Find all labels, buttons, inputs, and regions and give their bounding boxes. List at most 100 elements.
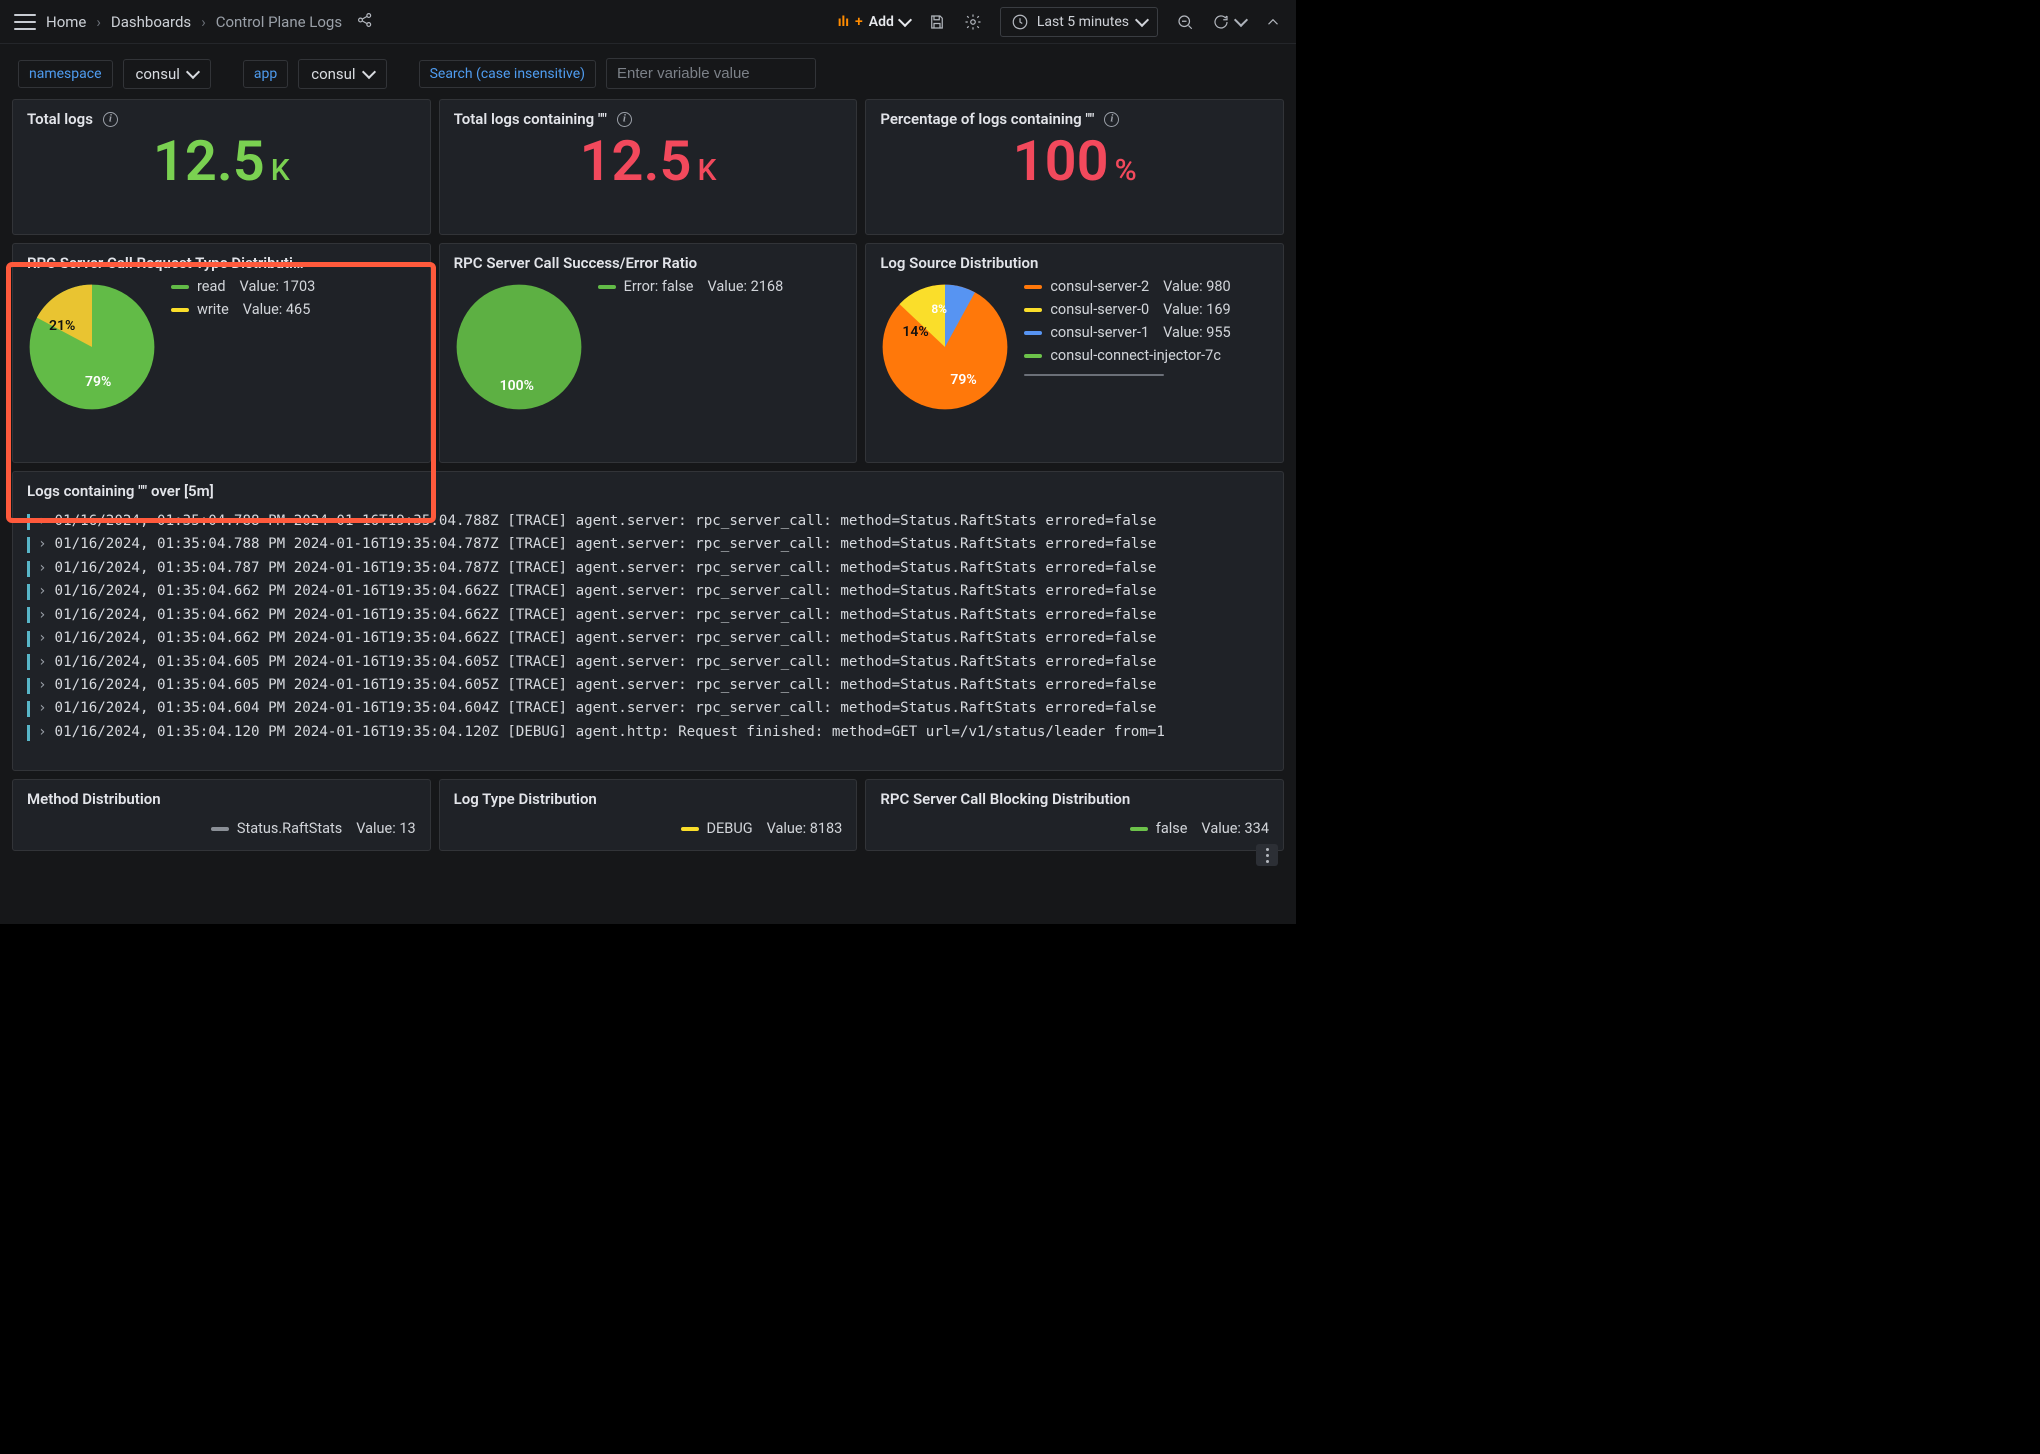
- legend-scrollbar[interactable]: [1024, 374, 1164, 376]
- refresh-icon[interactable]: [1212, 13, 1246, 31]
- panel-total-logs[interactable]: Total logs 12.5 K: [12, 99, 431, 235]
- share-icon[interactable]: [356, 11, 374, 33]
- expand-icon[interactable]: ›: [38, 697, 47, 720]
- stat-unit: %: [1115, 153, 1137, 188]
- breadcrumb-dashboards[interactable]: Dashboards: [111, 13, 191, 31]
- log-text: 01/16/2024, 01:35:04.788 PM 2024-01-16T1…: [55, 533, 1157, 556]
- stat-unit: K: [271, 153, 290, 188]
- log-level-bar: [27, 631, 30, 647]
- var-namespace-label: namespace: [18, 60, 113, 88]
- add-button[interactable]: ılı+ Add: [838, 14, 910, 30]
- time-range-button[interactable]: Last 5 minutes: [1000, 7, 1158, 37]
- expand-icon[interactable]: ›: [38, 557, 47, 580]
- legend: Error: false Value: 2168: [598, 272, 843, 295]
- log-line[interactable]: › 01/16/2024, 01:35:04.788 PM 2024-01-16T…: [27, 533, 1269, 556]
- legend: readValue: 1703 writeValue: 465: [171, 272, 416, 318]
- expand-icon[interactable]: ›: [38, 651, 47, 674]
- chevron-down-icon: [1135, 12, 1149, 26]
- legend-value: Value: 1703: [240, 278, 316, 295]
- zoom-out-icon[interactable]: [1176, 13, 1194, 31]
- panel-title: Log Type Distribution: [454, 790, 597, 808]
- log-level-bar: [27, 678, 30, 694]
- log-text: 01/16/2024, 01:35:04.662 PM 2024-01-16T1…: [55, 627, 1157, 650]
- log-line[interactable]: › 01/16/2024, 01:35:04.605 PM 2024-01-16T…: [27, 674, 1269, 697]
- log-line[interactable]: › 01/16/2024, 01:35:04.787 PM 2024-01-16T…: [27, 557, 1269, 580]
- chevron-down-icon: [186, 64, 200, 78]
- collapse-icon[interactable]: [1264, 13, 1282, 31]
- log-list[interactable]: › 01/16/2024, 01:35:04.788 PM 2024-01-16T…: [27, 510, 1269, 744]
- gear-icon[interactable]: [964, 13, 982, 31]
- var-namespace-select[interactable]: consul: [123, 59, 211, 89]
- chevron-right-icon: ›: [201, 13, 206, 31]
- legend-key: write: [197, 301, 229, 318]
- panel-log-type-distribution[interactable]: Log Type Distribution DEBUGValue: 8183: [439, 779, 858, 851]
- pie-pct-write: 21%: [49, 318, 75, 334]
- legend: consul-server-2Value: 980 consul-server-…: [1024, 272, 1269, 376]
- log-line[interactable]: › 01/16/2024, 01:35:04.662 PM 2024-01-16T…: [27, 627, 1269, 650]
- log-level-bar: [27, 537, 30, 553]
- legend-swatch: [681, 827, 699, 831]
- log-text: 01/16/2024, 01:35:04.604 PM 2024-01-16T1…: [55, 697, 1157, 720]
- log-line[interactable]: › 01/16/2024, 01:35:04.120 PM 2024-01-16T…: [27, 721, 1269, 744]
- panel-percentage[interactable]: Percentage of logs containing "" 100 %: [865, 99, 1284, 235]
- var-app-value: consul: [311, 65, 355, 83]
- legend-value: Value: 8183: [767, 820, 843, 837]
- panel-method-distribution[interactable]: Method Distribution Status.RaftStatsValu…: [12, 779, 431, 851]
- legend-swatch: [1024, 308, 1042, 312]
- panel-rpc-blocking-distribution[interactable]: RPC Server Call Blocking Distribution fa…: [865, 779, 1284, 851]
- log-level-bar: [27, 701, 30, 717]
- chevron-down-icon: [362, 64, 376, 78]
- bars-icon: ılı: [838, 14, 849, 30]
- log-text: 01/16/2024, 01:35:04.662 PM 2024-01-16T1…: [55, 604, 1157, 627]
- var-app-select[interactable]: consul: [298, 59, 386, 89]
- panel-title: Logs containing "" over [5m]: [27, 482, 214, 500]
- log-text: 01/16/2024, 01:35:04.120 PM 2024-01-16T1…: [55, 721, 1165, 744]
- legend-value: Value: 169: [1163, 301, 1231, 318]
- expand-icon[interactable]: ›: [38, 721, 47, 744]
- legend-key: Status.RaftStats: [237, 820, 342, 837]
- panel-title: Total logs: [27, 110, 93, 128]
- legend-swatch: [1024, 354, 1042, 358]
- pie-pct-read: 79%: [85, 374, 111, 390]
- pie-chart: 100%: [454, 282, 584, 412]
- info-icon[interactable]: [103, 112, 118, 127]
- panel-menu-icon[interactable]: [1256, 844, 1278, 866]
- panel-rpc-success-ratio[interactable]: RPC Server Call Success/Error Ratio 100%…: [439, 243, 858, 463]
- info-icon[interactable]: [617, 112, 632, 127]
- log-level-bar: [27, 725, 30, 741]
- log-line[interactable]: › 01/16/2024, 01:35:04.788 PM 2024-01-16T…: [27, 510, 1269, 533]
- save-icon[interactable]: [928, 13, 946, 31]
- log-text: 01/16/2024, 01:35:04.605 PM 2024-01-16T1…: [55, 674, 1157, 697]
- log-line[interactable]: › 01/16/2024, 01:35:04.662 PM 2024-01-16T…: [27, 604, 1269, 627]
- legend-key: read: [197, 278, 226, 295]
- log-line[interactable]: ›01/16/2024, 01:35:04.662 PM 2024-01-16T…: [27, 580, 1269, 603]
- log-text: 01/16/2024, 01:35:04.788 PM 2024-01-16T1…: [55, 510, 1157, 533]
- panel-rpc-request-type[interactable]: RPC Server Call Request Type Distributi……: [12, 243, 431, 463]
- panel-log-source[interactable]: Log Source Distribution 79% 14% 8% consu…: [865, 243, 1284, 463]
- legend-swatch: [211, 827, 229, 831]
- expand-icon[interactable]: ›: [38, 580, 47, 603]
- log-line[interactable]: ›01/16/2024, 01:35:04.605 PM 2024-01-16T…: [27, 651, 1269, 674]
- var-app-label: app: [243, 60, 288, 88]
- var-search-input[interactable]: [606, 58, 816, 89]
- info-icon[interactable]: [1104, 112, 1119, 127]
- legend-key: Error: false: [624, 278, 694, 295]
- panel-logs[interactable]: Logs containing "" over [5m] › 01/16/2024…: [12, 471, 1284, 771]
- chevron-right-icon: ›: [96, 13, 101, 31]
- breadcrumb-home[interactable]: Home: [46, 13, 86, 31]
- log-line[interactable]: › 01/16/2024, 01:35:04.604 PM 2024-01-16T…: [27, 697, 1269, 720]
- legend-swatch: [1024, 331, 1042, 335]
- legend-swatch: [1130, 827, 1148, 831]
- expand-icon[interactable]: ›: [38, 627, 47, 650]
- log-text: 01/16/2024, 01:35:04.787 PM 2024-01-16T1…: [55, 557, 1157, 580]
- pie-pct-mid: 14%: [902, 324, 928, 340]
- legend-value: Value: 2168: [708, 278, 784, 295]
- expand-icon[interactable]: ›: [38, 510, 47, 533]
- panel-total-containing[interactable]: Total logs containing "" 12.5 K: [439, 99, 858, 235]
- menu-icon[interactable]: [14, 11, 36, 33]
- expand-icon[interactable]: ›: [38, 533, 47, 556]
- expand-icon[interactable]: ›: [38, 604, 47, 627]
- expand-icon[interactable]: ›: [38, 674, 47, 697]
- panel-title: Total logs containing "": [454, 110, 607, 128]
- stat-value: 12.5: [580, 128, 692, 194]
